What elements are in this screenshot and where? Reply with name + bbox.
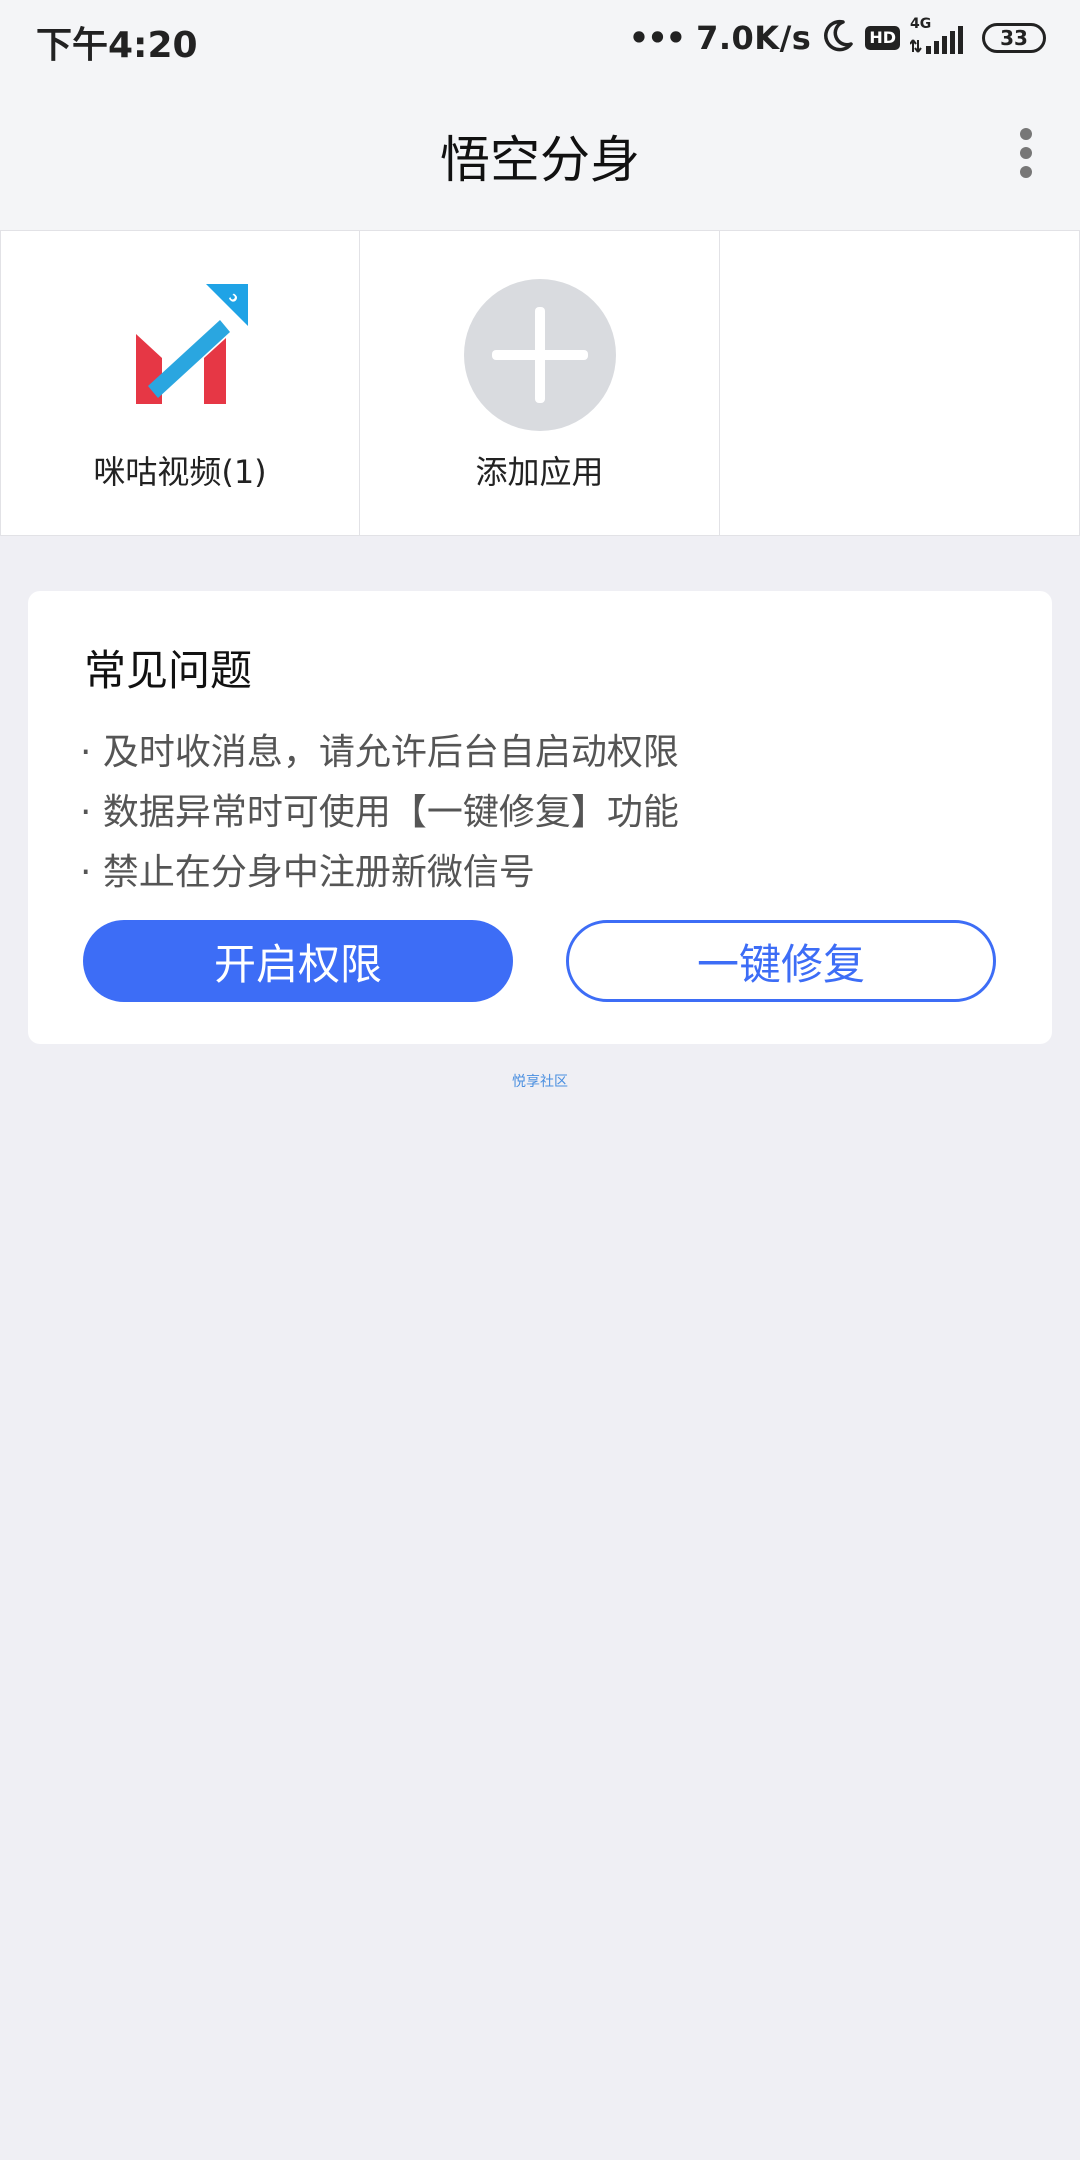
more-vertical-icon xyxy=(996,128,1056,194)
more-options-button[interactable] xyxy=(996,120,1056,190)
page-title: 悟空分身 xyxy=(440,131,640,189)
status-bar: 下午4:20 ••• 7.0K/s HD 4G 33 xyxy=(0,0,1080,80)
one-click-repair-button[interactable]: 一键修复 xyxy=(566,920,996,1002)
faq-item: · 数据异常时可使用【一键修复】功能 xyxy=(80,792,679,833)
moon-icon xyxy=(821,18,855,58)
add-app-label: 添加应用 xyxy=(475,453,604,491)
app-item-migu-video[interactable]: ↄ 咪咕视频(1) xyxy=(0,231,360,535)
faq-item: · 禁止在分身中注册新微信号 xyxy=(80,852,535,893)
status-time: 下午4:20 xyxy=(36,25,198,66)
network-type: 4G xyxy=(910,16,932,32)
notification-dots: ••• xyxy=(628,19,686,57)
faq-card: 常见问题 · 及时收消息，请允许后台自启动权限 · 数据异常时可使用【一键修复】… xyxy=(28,591,1052,1044)
hd-icon: HD xyxy=(865,26,900,50)
plus-icon xyxy=(464,279,616,431)
battery-icon: 33 xyxy=(982,23,1046,53)
app-label: 咪咕视频(1) xyxy=(93,453,267,491)
app-grid: ↄ 咪咕视频(1) 添加应用 xyxy=(0,230,1080,536)
network-speed: 7.0K/s xyxy=(696,19,812,57)
status-icons: ••• 7.0K/s HD 4G 33 xyxy=(629,16,1046,60)
signal-icon: 4G xyxy=(909,16,972,58)
enable-permission-button[interactable]: 开启权限 xyxy=(83,920,513,1002)
migu-video-icon: ↄ xyxy=(106,276,256,426)
battery-level: 33 xyxy=(1000,26,1028,50)
empty-grid-cell xyxy=(720,231,1080,535)
faq-item: · 及时收消息，请允许后台自启动权限 xyxy=(80,732,679,773)
title-bar: 悟空分身 xyxy=(0,80,1080,230)
add-app-item[interactable]: 添加应用 xyxy=(360,231,720,535)
community-link[interactable]: 悦享社区 xyxy=(0,1071,1080,1091)
faq-title: 常见问题 xyxy=(84,646,253,695)
